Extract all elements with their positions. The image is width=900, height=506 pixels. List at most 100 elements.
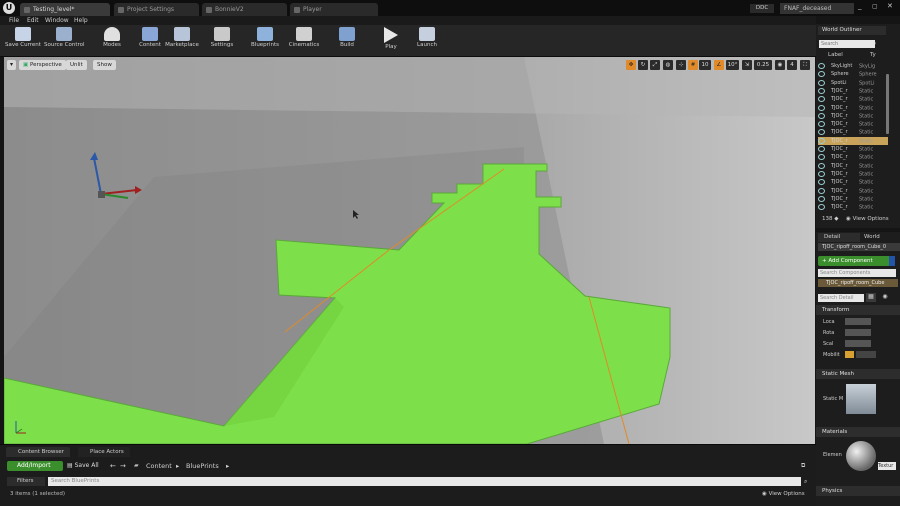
launch-button[interactable]: Launch [407, 26, 447, 54]
outliner-row[interactable]: TJOC_r Static [818, 104, 888, 112]
search-components-input[interactable]: Search Components [818, 269, 896, 277]
visibility-eye-icon[interactable] [818, 204, 825, 211]
visibility-eye-icon[interactable] [818, 71, 825, 78]
grid-view-icon[interactable]: ▦ [866, 293, 876, 302]
camera-speed-value[interactable]: 4 [787, 60, 797, 70]
tab-testing-level[interactable]: Testing_level* [20, 3, 110, 16]
visibility-eye-icon[interactable] [818, 79, 825, 86]
visibility-eye-icon[interactable] [818, 112, 825, 119]
static-mesh-section[interactable]: Static Mesh [816, 369, 900, 379]
location-fields[interactable] [845, 318, 871, 325]
outliner-row[interactable]: TJOC_r Static [818, 87, 888, 95]
tab-project-settings[interactable]: Project Settings [114, 3, 199, 16]
menu-help[interactable]: Help [74, 16, 88, 25]
visibility-eye-icon[interactable] [818, 187, 825, 194]
outliner-row[interactable]: TJOC_r Static [818, 95, 888, 103]
outliner-column-type[interactable]: Ty [870, 52, 876, 58]
outliner-row[interactable]: TJOC_r Static [818, 162, 888, 170]
blueprints-button[interactable]: Blueprints [245, 26, 285, 54]
visibility-eye-icon[interactable] [818, 129, 825, 136]
world-space-icon[interactable]: ◍ [663, 60, 673, 70]
content-browser-tab[interactable]: Content Browser [6, 447, 70, 457]
back-arrow-icon[interactable]: ← [110, 461, 116, 471]
outliner-row[interactable]: TJOC_r Static [818, 153, 888, 161]
content-search-input[interactable]: Search BluePrints [48, 477, 801, 486]
visibility-eye-icon[interactable] [818, 154, 825, 161]
rotate-icon[interactable]: ↻ [638, 60, 648, 70]
play-button[interactable]: Play [371, 26, 411, 54]
visibility-eye-icon[interactable] [818, 170, 825, 177]
outliner-row[interactable]: TJOC_r Static [818, 187, 888, 195]
texture-dropdown[interactable]: Textur [878, 462, 896, 470]
tab-player[interactable]: Player [290, 3, 378, 16]
rotation-snap-value[interactable]: 10° [726, 60, 739, 70]
viewport-options-icon[interactable]: ▾ [7, 60, 16, 70]
outliner-column-label[interactable]: Label [828, 52, 868, 58]
outliner-scrollbar[interactable] [886, 74, 889, 134]
breadcrumb-content[interactable]: Content [146, 461, 172, 471]
outliner-row[interactable]: TJOC_r Static [818, 128, 888, 136]
menu-edit[interactable]: Edit [27, 16, 39, 25]
place-actors-tab[interactable]: Place Actors [78, 447, 130, 457]
visibility-eye-icon[interactable] [818, 162, 825, 169]
marketplace-button[interactable]: Marketplace [162, 26, 202, 54]
maximize-icon[interactable]: ▢ [872, 3, 878, 10]
outliner-row[interactable]: TJOC_r Static [818, 112, 888, 120]
mobility-static-button[interactable] [845, 351, 854, 358]
outliner-search-input[interactable]: Search [819, 40, 875, 48]
forward-arrow-icon[interactable]: → [120, 461, 126, 471]
world-settings-tab[interactable]: World [858, 233, 894, 242]
source-control-button[interactable]: Source Control [44, 26, 85, 54]
outliner-view-options[interactable]: ◉ View Options [846, 216, 889, 222]
translate-icon[interactable]: ✥ [626, 60, 636, 70]
grid-snap-icon[interactable]: # [688, 60, 698, 70]
save-all-button[interactable]: ▤ Save All [67, 461, 105, 471]
materials-section[interactable]: Materials [816, 427, 900, 437]
visibility-eye-icon[interactable] [818, 195, 825, 202]
outliner-row[interactable]: SpotLi SpotLi [818, 79, 888, 87]
scale-snap-icon[interactable]: ⇲ [742, 60, 752, 70]
rotation-fields[interactable] [845, 329, 871, 336]
tab-bonniev2[interactable]: BonnieV2 [202, 3, 287, 16]
visibility-eye-icon[interactable] [818, 63, 825, 69]
eye-icon[interactable]: ◉ [880, 293, 890, 302]
scale-icon[interactable]: ⤢ [650, 60, 660, 70]
camera-speed-icon[interactable]: ◉ [775, 60, 785, 70]
outliner-row[interactable]: SkyLight SkyLig [818, 62, 888, 70]
component-list-item[interactable]: TJOC_ripoff_room_Cube [818, 279, 898, 287]
visibility-eye-icon[interactable] [818, 146, 825, 152]
maximize-viewport-icon[interactable]: ⛶ [800, 60, 810, 70]
unlit-button[interactable]: Unlit [66, 60, 87, 70]
search-details-input[interactable]: Search Detail [818, 294, 864, 302]
outliner-row[interactable]: TJOC_r Static [818, 120, 888, 128]
outliner-row[interactable]: TJOC_r Static [818, 145, 888, 153]
mobility-options[interactable] [856, 351, 876, 358]
visibility-eye-icon[interactable] [818, 179, 825, 186]
show-button[interactable]: Show [93, 60, 116, 70]
modes-button[interactable]: Modes [92, 26, 132, 54]
filters-button[interactable]: Filters [7, 477, 45, 486]
outliner-row[interactable]: TJOC_r Static [818, 170, 888, 178]
outliner-row[interactable]: TJOC_r Static [818, 178, 888, 186]
build-button[interactable]: Build [327, 26, 367, 54]
outliner-row[interactable]: TJOC_r Static [818, 203, 888, 211]
outliner-row[interactable]: Sphere Sphere [818, 70, 888, 78]
transform-section[interactable]: Transform [816, 305, 900, 315]
menu-window[interactable]: Window [45, 16, 69, 25]
material-thumbnail[interactable] [846, 441, 876, 471]
minimize-icon[interactable]: _ [858, 2, 862, 10]
visibility-eye-icon[interactable] [818, 104, 825, 111]
rotation-snap-icon[interactable]: ∠ [714, 60, 724, 70]
object-name-field[interactable]: TJOC_ripoff_room_Cube_0 [818, 243, 900, 251]
content-view-options[interactable]: ◉ View Options [762, 490, 805, 499]
world-outliner-tab[interactable]: World Outliner [818, 26, 886, 35]
perspective-button[interactable]: ▣ Perspective [19, 60, 66, 70]
static-mesh-thumbnail[interactable] [846, 384, 876, 414]
visibility-eye-icon[interactable] [818, 121, 825, 128]
visibility-eye-icon[interactable] [818, 96, 825, 103]
breadcrumb-blueprints[interactable]: BluePrints [186, 461, 219, 471]
close-icon[interactable]: ✕ [887, 2, 893, 10]
menu-file[interactable]: File [9, 16, 19, 25]
outliner-row[interactable]: TJOC_r Static [818, 136, 888, 145]
outliner-row[interactable]: TJOC_r Static [818, 195, 888, 203]
